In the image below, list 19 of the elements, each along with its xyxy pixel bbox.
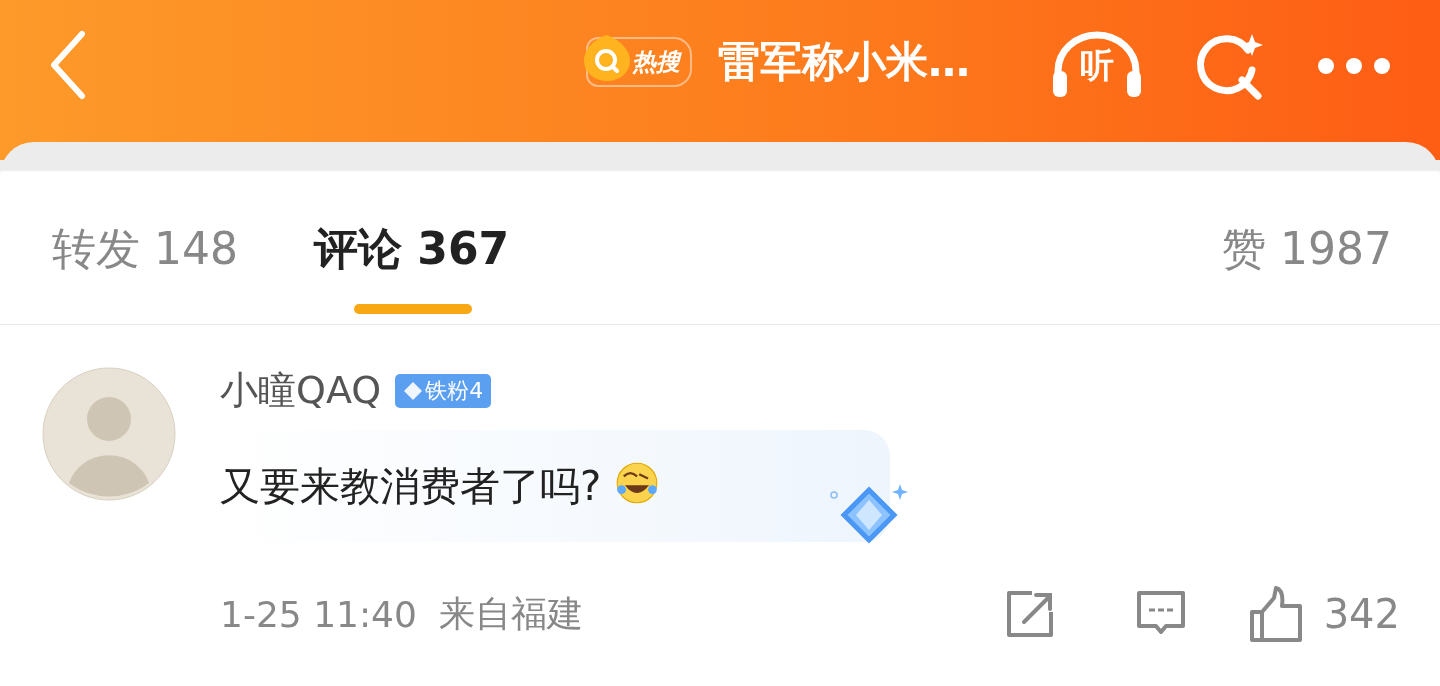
share-icon[interactable] — [1005, 590, 1054, 638]
listen-button[interactable]: 听 — [1050, 31, 1144, 101]
thumbs-up-icon — [1247, 586, 1304, 642]
fan-badge: 铁粉4 — [395, 373, 492, 408]
back-icon[interactable] — [48, 30, 88, 100]
laughing-face-icon — [615, 461, 660, 505]
search-icon — [582, 33, 632, 83]
tab[interactable]: 评论 367 — [313, 223, 510, 324]
like-button[interactable]: 342 — [1207, 586, 1400, 642]
tab[interactable]: 赞 1987 — [1222, 223, 1392, 324]
hot-search-badge[interactable]: 热搜 — [586, 37, 692, 87]
more-icon[interactable] — [1316, 56, 1392, 76]
avatar[interactable] — [42, 367, 176, 501]
comment-time: 1-25 11:40 — [220, 593, 417, 635]
user-name[interactable]: 小瞳QAQ — [220, 365, 382, 416]
tab[interactable]: 转发 148 — [52, 223, 238, 324]
comment-location: 来自福建 — [438, 591, 583, 636]
comment-text: 又要来教消费者了吗? — [220, 461, 602, 511]
page-title: 雷军称小米… — [718, 36, 970, 88]
